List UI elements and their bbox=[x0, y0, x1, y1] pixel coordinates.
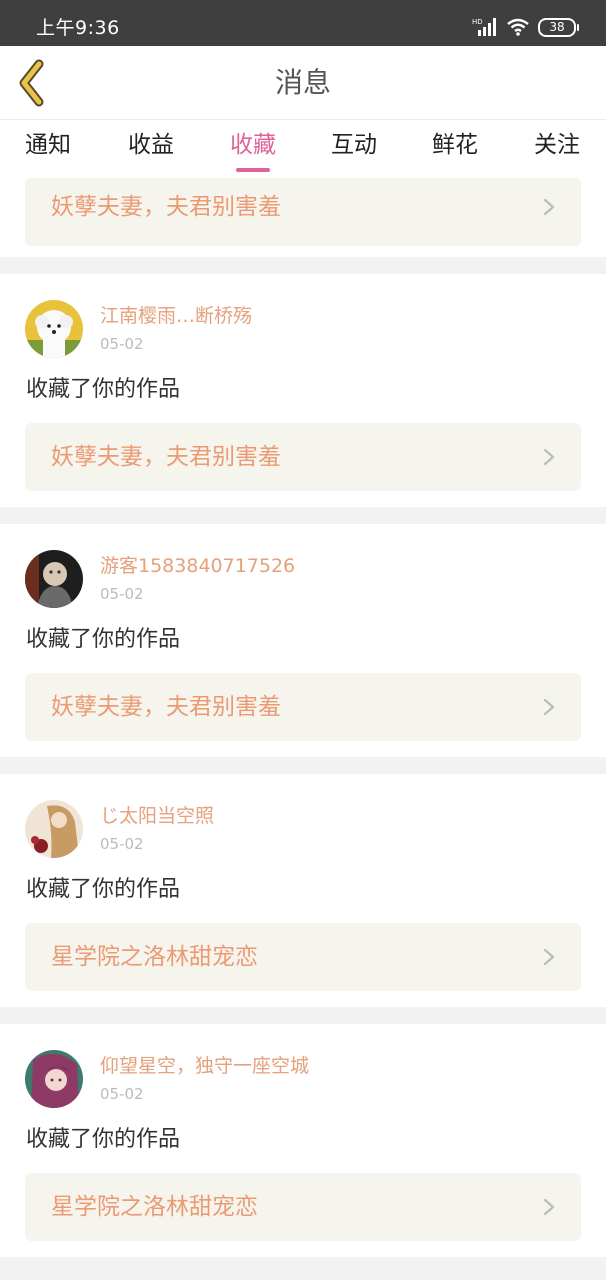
timestamp: 05-02 bbox=[100, 585, 144, 603]
work-link[interactable]: 妖孽夫妻，夫君别害羞 bbox=[25, 423, 581, 491]
tab-follows[interactable]: 关注 bbox=[512, 130, 602, 160]
work-title: 星学院之洛林甜宠恋 bbox=[51, 1194, 258, 1220]
list-item: 江南樱雨…断桥殇 05-02 收藏了你的作品 妖孽夫妻，夫君别害羞 bbox=[0, 274, 606, 507]
tab-earnings[interactable]: 收益 bbox=[106, 130, 196, 160]
work-link[interactable]: 妖孽夫妻，夫君别害羞 bbox=[25, 178, 581, 246]
timestamp: 05-02 bbox=[100, 835, 144, 853]
work-title: 妖孽夫妻，夫君别害羞 bbox=[51, 444, 281, 470]
chevron-right-icon bbox=[543, 948, 555, 966]
avatar[interactable] bbox=[25, 800, 83, 858]
work-link[interactable]: 星学院之洛林甜宠恋 bbox=[25, 1173, 581, 1241]
timestamp: 05-02 bbox=[100, 1085, 144, 1103]
status-bar: 上午9:36 HD 38 bbox=[0, 0, 606, 46]
nav-bar: 消息 bbox=[0, 46, 606, 120]
chevron-right-icon bbox=[543, 198, 555, 216]
tab-interactions[interactable]: 互动 bbox=[309, 130, 399, 160]
list-item: じ太阳当空照 05-02 收藏了你的作品 星学院之洛林甜宠恋 bbox=[0, 774, 606, 1007]
avatar[interactable] bbox=[25, 550, 83, 608]
list-item: 仰望星空，独守一座空城 05-02 收藏了你的作品 星学院之洛林甜宠恋 bbox=[0, 1024, 606, 1257]
work-title: 妖孽夫妻，夫君别害羞 bbox=[51, 194, 281, 220]
action-text: 收藏了你的作品 bbox=[26, 877, 181, 902]
work-title: 妖孽夫妻，夫君别害羞 bbox=[51, 694, 281, 720]
list-item: 游客1583840717526 05-02 收藏了你的作品 妖孽夫妻，夫君别害羞 bbox=[0, 524, 606, 757]
action-text: 收藏了你的作品 bbox=[26, 1127, 181, 1152]
signal-icon: HD bbox=[472, 18, 496, 36]
action-text: 收藏了你的作品 bbox=[26, 627, 181, 652]
battery-icon: 38 bbox=[538, 17, 579, 37]
network-label: HD bbox=[472, 18, 483, 26]
username[interactable]: じ太阳当空照 bbox=[100, 804, 214, 828]
active-tab-indicator bbox=[236, 168, 270, 172]
status-icons: HD 38 bbox=[472, 14, 579, 40]
tab-bar: 通知 收益 收藏 互动 鲜花 关注 bbox=[0, 120, 606, 178]
work-link[interactable]: 妖孽夫妻，夫君别害羞 bbox=[25, 673, 581, 741]
wifi-icon bbox=[507, 18, 529, 36]
chevron-right-icon bbox=[543, 698, 555, 716]
status-time: 上午9:36 bbox=[36, 17, 120, 39]
action-text: 收藏了你的作品 bbox=[26, 377, 181, 402]
work-link[interactable]: 星学院之洛林甜宠恋 bbox=[25, 923, 581, 991]
avatar[interactable] bbox=[25, 1050, 83, 1108]
username[interactable]: 江南樱雨…断桥殇 bbox=[100, 304, 252, 328]
chevron-right-icon bbox=[543, 1198, 555, 1216]
tab-favorites[interactable]: 收藏 bbox=[208, 130, 298, 160]
page-title: 消息 bbox=[274, 66, 331, 99]
tab-flowers[interactable]: 鲜花 bbox=[410, 130, 500, 160]
list-item: 妖孽夫妻，夫君别害羞 bbox=[0, 178, 606, 257]
work-title: 星学院之洛林甜宠恋 bbox=[51, 944, 258, 970]
username[interactable]: 仰望星空，独守一座空城 bbox=[100, 1054, 309, 1078]
avatar[interactable] bbox=[25, 300, 83, 358]
username[interactable]: 游客1583840717526 bbox=[100, 554, 295, 578]
tab-notifications[interactable]: 通知 bbox=[3, 130, 93, 160]
timestamp: 05-02 bbox=[100, 335, 144, 353]
chevron-right-icon bbox=[543, 448, 555, 466]
